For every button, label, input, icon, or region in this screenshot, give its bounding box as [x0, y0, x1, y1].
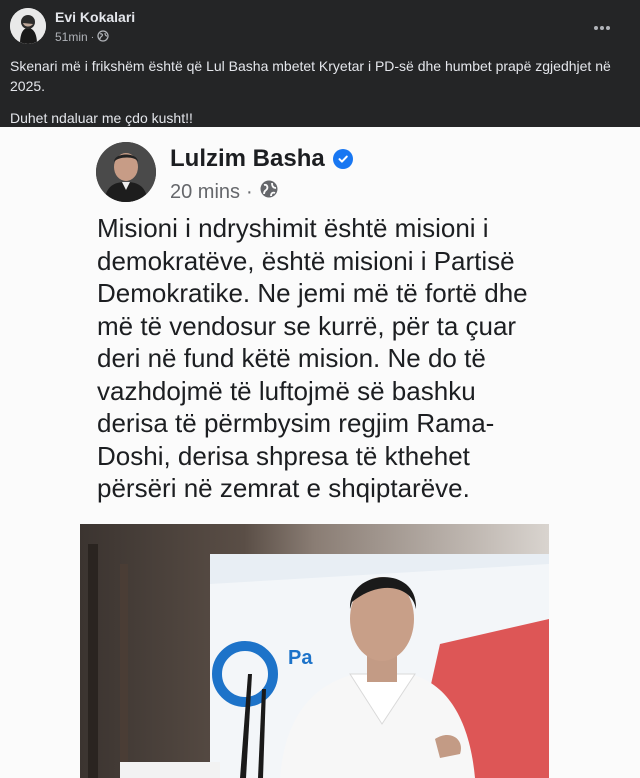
embedded-photo: Pa: [80, 524, 549, 778]
more-icon: [594, 26, 610, 30]
svg-text:Pa: Pa: [288, 647, 313, 669]
more-options-button[interactable]: [586, 12, 618, 44]
post-meta: 51min ·: [55, 29, 109, 45]
photo-caption-fragment: Pa: [288, 647, 313, 669]
embedded-author-avatar: [96, 142, 156, 202]
embedded-post-meta: 20 mins ·: [170, 179, 279, 205]
facebook-post: Evi Kokalari 51min · Skenari më i friksh…: [0, 0, 640, 778]
embedded-meta-separator: ·: [246, 180, 253, 203]
post-text-line-1: Skenari më i frikshëm është që Lul Basha…: [10, 58, 611, 94]
embedded-author-name: Lulzim Basha: [170, 145, 353, 173]
embedded-author-label: Lulzim Basha: [170, 145, 325, 172]
globe-icon[interactable]: [97, 29, 109, 45]
embedded-post-time: 20 mins: [170, 180, 241, 203]
embedded-post-body: Misioni i ndryshimit është misioni i dem…: [97, 213, 528, 503]
meta-separator: ·: [90, 31, 95, 43]
post-header: Evi Kokalari 51min ·: [0, 0, 640, 52]
embedded-globe-icon: [259, 179, 279, 205]
shared-screenshot-image[interactable]: Lulzim Basha 20 mins · Misioni i ndryshi…: [0, 127, 640, 778]
avatar-portrait: [10, 8, 46, 44]
author-avatar[interactable]: [10, 8, 46, 44]
verified-badge-icon: [332, 149, 353, 169]
author-name[interactable]: Evi Kokalari: [55, 9, 135, 25]
post-text-line-2: Duhet ndaluar me çdo kusht!!: [10, 110, 193, 126]
post-time[interactable]: 51min: [55, 30, 88, 44]
